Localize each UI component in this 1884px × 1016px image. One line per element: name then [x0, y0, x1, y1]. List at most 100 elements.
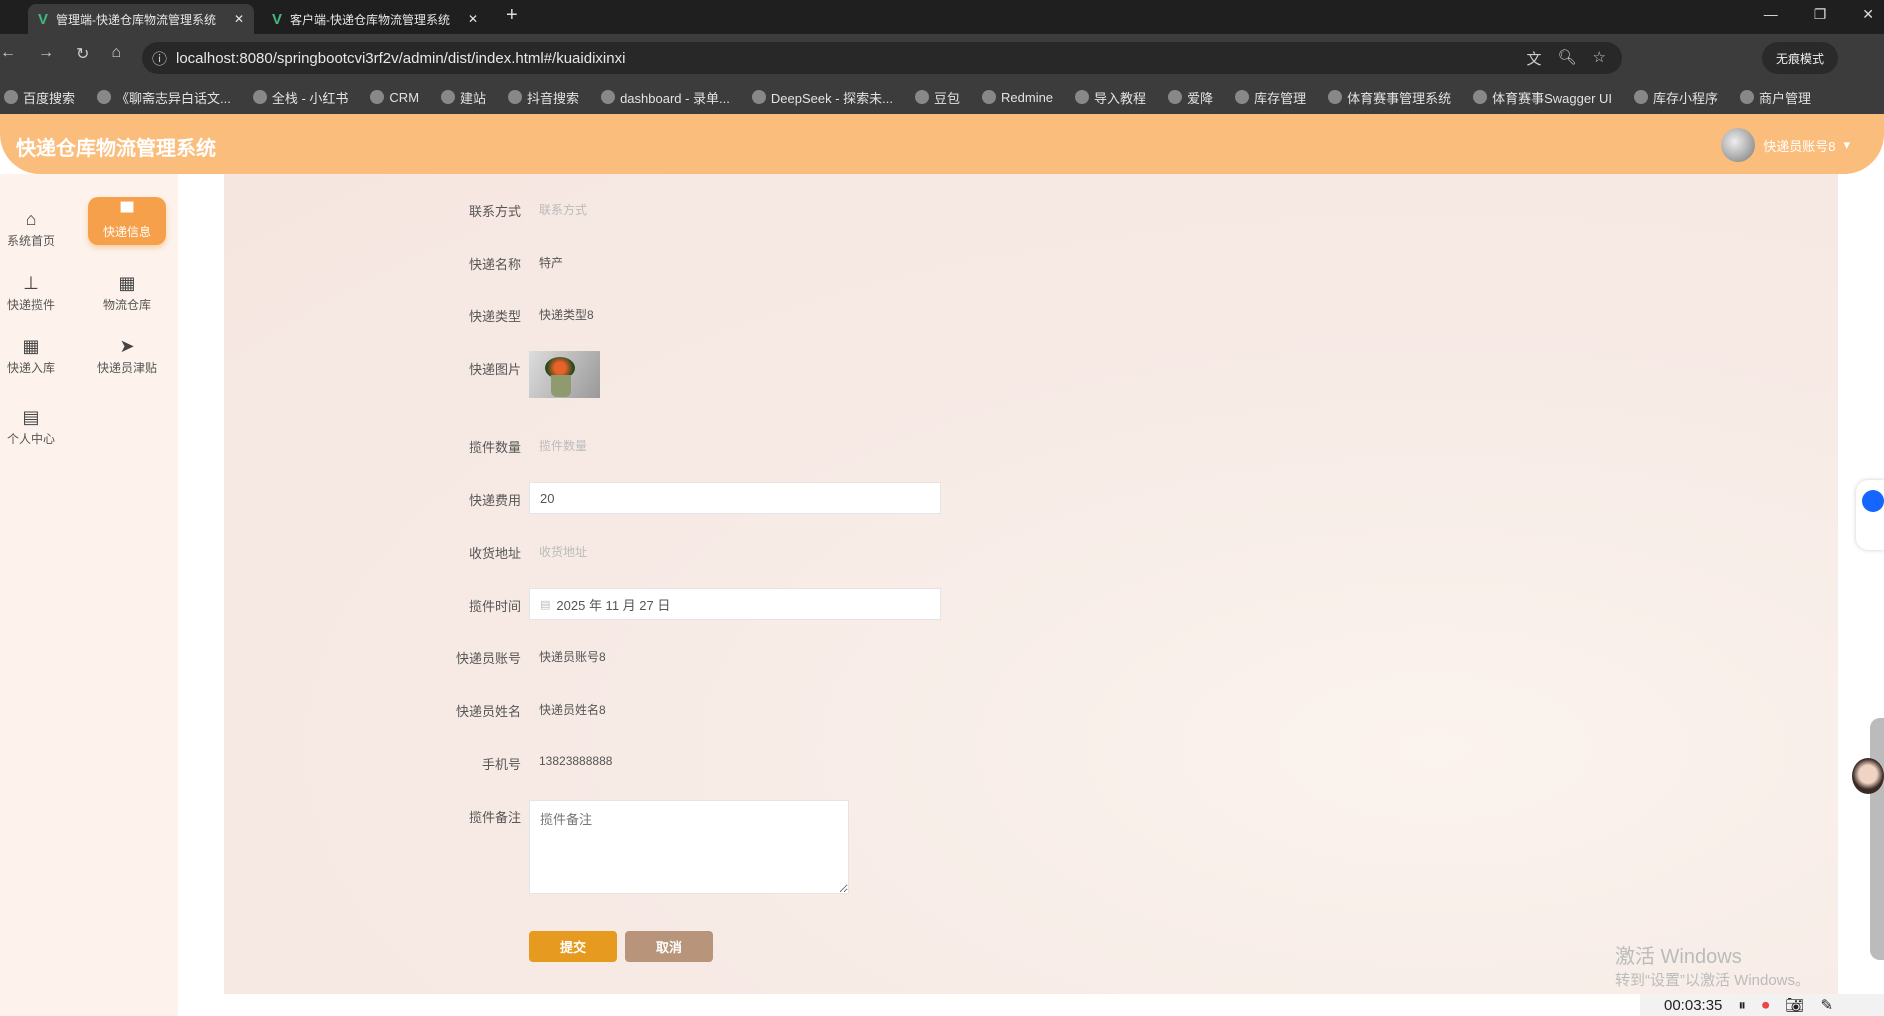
bookmark-label: 百度搜索: [23, 90, 76, 106]
bookmark-item[interactable]: 豆包: [915, 88, 960, 107]
browser-tab-bar: V 管理端-快递仓库物流管理系统 ✕ V 客户端-快递仓库物流管理系统 ✕ + — ❐ ✕: [0, 0, 1884, 34]
bookmark-item[interactable]: 导入教程: [1075, 88, 1146, 107]
calendar-icon: ▤: [540, 598, 551, 611]
bookmark-item[interactable]: 体育赛事管理系统: [1328, 88, 1451, 107]
bookmark-label: 全栈 - 小红书: [271, 90, 349, 106]
name-value: 特产: [539, 256, 564, 270]
close-tab-icon[interactable]: ✕: [468, 12, 478, 26]
quantity-field[interactable]: 揽件数量: [539, 437, 587, 454]
minimize-icon[interactable]: —: [1764, 6, 1778, 23]
bookmark-label: 商户管理: [1759, 90, 1812, 106]
reload-icon[interactable]: ↻: [76, 44, 89, 64]
incognito-badge[interactable]: 无痕模式: [1762, 42, 1839, 74]
translate-icon[interactable]: ⽂: [1526, 48, 1541, 69]
stamp-icon: ⊥: [23, 273, 39, 293]
app-title: 快递仓库物流管理系统: [16, 138, 216, 160]
restore-icon[interactable]: ❐: [1814, 6, 1827, 23]
nav-label: 系统首页: [6, 234, 55, 248]
vue-icon: V: [38, 10, 49, 28]
bookmark-item[interactable]: 《聊斋志异白话文...: [97, 88, 231, 107]
bookmark-item[interactable]: 抖音搜索: [508, 88, 579, 107]
bookmark-icon: [4, 90, 18, 104]
sidebar-item-express-info[interactable]: ▀ 快递信息: [88, 197, 166, 245]
fee-label: 快递费用: [468, 493, 521, 508]
bookmark-label: CRM: [389, 89, 420, 105]
tab-title: 客户端-快递仓库物流管理系统: [290, 12, 451, 27]
bookmark-item[interactable]: 商户管理: [1740, 88, 1811, 107]
browser-tab[interactable]: V 客户端-快递仓库物流管理系统 ✕: [262, 4, 488, 34]
nav-label: 快递揽件: [6, 298, 55, 312]
contact-label: 联系方式: [468, 204, 521, 219]
nav-label: 物流仓库: [102, 298, 151, 312]
contact-field[interactable]: 联系方式: [539, 201, 587, 218]
zoom-icon[interactable]: 🔍︎: [1558, 48, 1577, 69]
bookmark-item[interactable]: 建站: [441, 88, 486, 107]
sidebar-item-allowance[interactable]: ➤ 快递员津贴: [87, 333, 167, 376]
fee-input[interactable]: 20: [529, 482, 941, 514]
sidebar-item-warehouse[interactable]: ▦ 物流仓库: [87, 270, 167, 313]
bookmark-icon: [982, 90, 997, 104]
stop-record-icon[interactable]: ⏺: [1762, 997, 1770, 1014]
bookmark-icon: [915, 90, 929, 104]
bookmark-item[interactable]: 库存小程序: [1634, 88, 1718, 107]
url-field[interactable]: ⓘ localhost:8080/springbootcvi3rf2v/admin…: [142, 42, 1622, 74]
type-value: 快递类型8: [539, 308, 594, 322]
browser-tab[interactable]: V 管理端-快递仓库物流管理系统 ✕: [28, 4, 254, 34]
vue-icon: V: [272, 10, 283, 28]
send-icon: ➤: [119, 336, 135, 356]
windows-watermark: 激活 Windows 转到“设置”以激活 Windows。: [1615, 940, 1810, 990]
camera-icon[interactable]: 📷︎: [1785, 996, 1804, 1014]
bookmark-icon: [508, 90, 523, 104]
quantity-label: 揽件数量: [468, 440, 521, 455]
bookmark-label: 《聊斋志异白话文...: [116, 90, 231, 106]
address-field[interactable]: 收货地址: [539, 543, 587, 560]
pen-icon[interactable]: ✎: [1820, 996, 1833, 1014]
remark-textarea[interactable]: [529, 800, 849, 894]
sidebar-item-home[interactable]: ⌂ 系统首页: [0, 206, 71, 249]
bookmark-icon: [370, 90, 385, 104]
bookmark-star-icon[interactable]: ☆: [1593, 48, 1606, 69]
bookmark-label: 导入教程: [1094, 90, 1147, 106]
user-menu[interactable]: 快递员账号8 ▾: [1721, 128, 1850, 162]
bookmark-icon: [1235, 90, 1250, 104]
tab-title: 管理端-快递仓库物流管理系统: [56, 12, 217, 27]
bookmark-item[interactable]: Redmine: [982, 90, 1053, 105]
bookmark-icon: [1634, 90, 1649, 104]
bookmark-icon: [1473, 90, 1488, 104]
bookmark-item[interactable]: CRM: [370, 90, 419, 105]
bookmark-item[interactable]: 全栈 - 小红书: [252, 88, 349, 107]
new-tab-button[interactable]: +: [506, 4, 518, 27]
close-window-icon[interactable]: ✕: [1862, 6, 1874, 23]
submit-button[interactable]: 提交: [529, 931, 617, 962]
bookmark-item[interactable]: 百度搜索: [4, 88, 75, 107]
bookmark-icon: [97, 90, 112, 104]
cancel-button[interactable]: 取消: [625, 931, 713, 962]
info-icon[interactable]: ⓘ: [152, 48, 167, 69]
side-widget[interactable]: [1870, 718, 1884, 960]
monitor-icon: ▀: [120, 202, 134, 222]
bookmark-item[interactable]: 爱降: [1168, 88, 1213, 107]
sidebar-item-pickup[interactable]: ⊥ 快递揽件: [0, 270, 71, 313]
bookmark-item[interactable]: 体育赛事Swagger UI: [1473, 88, 1612, 107]
close-tab-icon[interactable]: ✕: [234, 12, 244, 26]
express-image[interactable]: [529, 351, 600, 398]
sidebar-item-profile[interactable]: ▤ 个人中心: [0, 404, 71, 447]
bookmark-icon: [1740, 90, 1755, 104]
back-icon[interactable]: ←: [0, 44, 16, 64]
bookmark-icon: [751, 90, 766, 104]
sidebar-item-inbound[interactable]: ▦ 快递入库: [0, 333, 71, 376]
time-label: 揽件时间: [468, 599, 521, 614]
incognito-label: 无痕模式: [1776, 51, 1825, 66]
floating-assistant[interactable]: [1856, 480, 1884, 550]
avatar-widget[interactable]: [1852, 758, 1884, 794]
forward-icon[interactable]: →: [38, 44, 54, 64]
phone-value: 13823888888: [539, 754, 613, 768]
screen-recorder-bar: 00:03:35 ⏸ ⏺ 📷︎ ✎: [1640, 994, 1884, 1016]
home-icon[interactable]: ⌂: [111, 44, 121, 64]
time-picker[interactable]: ▤ 2025 年 11 月 27 日: [529, 588, 941, 620]
bookmark-item[interactable]: 库存管理: [1235, 88, 1306, 107]
pause-icon[interactable]: ⏸: [1738, 997, 1746, 1014]
bookmark-item[interactable]: dashboard - 录单...: [601, 88, 730, 107]
phone-label: 手机号: [481, 757, 521, 772]
bookmark-item[interactable]: DeepSeek - 探索未...: [751, 88, 893, 107]
